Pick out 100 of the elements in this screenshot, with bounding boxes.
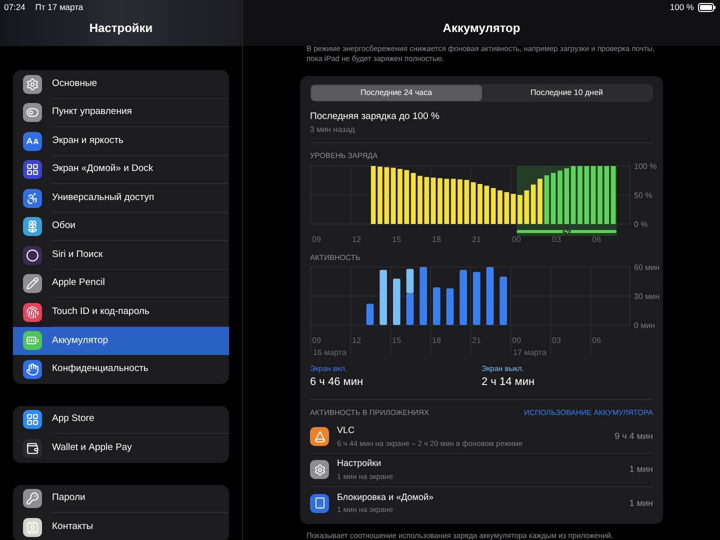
- axis-label: 06: [592, 336, 601, 345]
- period-tab[interactable]: Последние 10 дней: [482, 85, 652, 101]
- chart-bar: [370, 166, 376, 224]
- app-usage-time: 9 ч 4 мин: [614, 430, 653, 443]
- chart-bar: [518, 194, 522, 224]
- chart-bar: [460, 270, 467, 325]
- sidebar-item[interactable]: Экран «Домой» и Dock: [13, 156, 229, 184]
- chart-bar: [380, 270, 387, 325]
- chart-bar: [458, 178, 462, 224]
- chart-bar: [420, 266, 427, 325]
- chart-bar: [433, 287, 440, 325]
- battery-percent: 100 %: [670, 0, 694, 14]
- sidebar-item[interactable]: Универсальный доступ: [13, 184, 229, 212]
- status-date: Пт 17 марта: [35, 0, 84, 14]
- chart-bar: [486, 266, 494, 325]
- axis-label: 60 мин: [634, 262, 660, 272]
- sidebar-item[interactable]: Аккумулятор: [13, 326, 229, 355]
- sidebar-item-label: Аккумулятор: [52, 334, 110, 348]
- date-label: 17 марта: [513, 348, 546, 357]
- pencil-icon: [23, 274, 42, 294]
- axis-label: 03: [552, 336, 561, 345]
- sidebar-item[interactable]: Siri и Поиск: [13, 241, 229, 270]
- chart-bar: [500, 276, 507, 325]
- total-value: 2 ч 14 мин: [482, 375, 536, 390]
- key-icon: [23, 489, 42, 508]
- sidebar-item-label: Контакты: [52, 520, 94, 534]
- chart-bar: [478, 183, 482, 224]
- axis-label: 00: [512, 234, 521, 244]
- sidebar-item[interactable]: App Store: [13, 406, 229, 434]
- sidebar-title: Настройки: [89, 20, 153, 37]
- axis-label: 03: [552, 234, 561, 244]
- chart-bar: [598, 166, 602, 224]
- sidebar-item[interactable]: Контакты: [13, 513, 229, 540]
- app-usage-time: 1 мин: [629, 496, 653, 510]
- sidebar-item[interactable]: Wallet и Apple Pay: [13, 434, 229, 462]
- axis-label: 50 %: [634, 190, 652, 200]
- last-charge-time: 3 мин назад: [310, 124, 356, 136]
- sidebar-item[interactable]: Конфиденциальность: [13, 355, 229, 384]
- sidebar-item[interactable]: Пароли: [13, 484, 229, 513]
- chart-bar: [418, 175, 422, 224]
- battery-icon: [698, 2, 716, 12]
- period-tab[interactable]: Последние 24 часа: [311, 85, 482, 101]
- last-charge-title: Последняя зарядка до 100 %: [310, 110, 440, 124]
- axis-label: 00: [512, 336, 521, 345]
- sidebar-item[interactable]: Обои: [13, 212, 229, 241]
- contact-icon: [23, 518, 42, 537]
- app-name: VLC: [337, 424, 356, 438]
- fingerprint-icon: [23, 302, 42, 322]
- axis-label: 100 %: [634, 162, 657, 170]
- axis-label: 30 мин: [634, 292, 660, 301]
- axis-label: 09: [312, 336, 321, 345]
- sidebar-item-label: Экран и яркость: [52, 127, 229, 156]
- battery-icon: [23, 331, 42, 350]
- gear-icon: [23, 74, 42, 94]
- axis-label: 15: [392, 336, 401, 345]
- sidebar-item[interactable]: Пункт управления: [13, 98, 229, 127]
- sidebar-item[interactable]: Apple Pencil: [13, 270, 229, 298]
- sidebar-item-label: Основные: [52, 70, 229, 98]
- sidebar-item-label: Конфиденциальность: [52, 362, 150, 376]
- toggle-icon: [23, 103, 42, 122]
- flower-icon: [23, 217, 42, 236]
- chart-bar: [473, 272, 480, 325]
- orb-icon: [23, 246, 42, 265]
- gear-icon: [310, 460, 329, 480]
- sidebar-item-label: Универсальный доступ: [52, 184, 229, 212]
- sidebar-item-label: Apple Pencil: [52, 270, 229, 298]
- chart-bar: [558, 170, 562, 224]
- chart-bar: [538, 178, 542, 224]
- cone-icon: [310, 427, 329, 446]
- accessibility-icon: [23, 188, 42, 208]
- axis-label: 0 мин: [634, 320, 656, 330]
- hand-icon: [23, 360, 42, 379]
- chart-bar: [438, 178, 442, 224]
- chart-bar: [398, 168, 402, 224]
- page-title: Аккумулятор: [442, 20, 520, 37]
- app-usage-time: 1 мин: [629, 463, 653, 476]
- sidebar-item-label: Обои: [52, 212, 229, 241]
- axis-label: 09: [312, 234, 321, 244]
- sidebar-item-label: Wallet и Apple Pay: [52, 441, 133, 456]
- sidebar-item[interactable]: Экран и яркость: [13, 127, 229, 156]
- lightning-icon: [562, 226, 571, 236]
- chart-bar: [378, 166, 382, 224]
- grid-icon: [23, 160, 42, 180]
- chart-bar: [366, 303, 374, 325]
- sidebar-item-label: Siri и Поиск: [52, 241, 229, 270]
- app-name: Блокировка и «Домой»: [337, 490, 435, 504]
- sidebar-item-label: Пункт управления: [52, 98, 229, 127]
- text-size-icon: [23, 132, 42, 151]
- sidebar-item[interactable]: Основные: [13, 70, 229, 98]
- axis-label: 12: [352, 234, 361, 244]
- axis-label: 15: [392, 234, 401, 244]
- axis-label: 21: [472, 336, 481, 345]
- axis-label: 0 %: [634, 220, 648, 228]
- chart-bar: [498, 190, 502, 224]
- status-time: 07:24: [4, 0, 26, 14]
- chart-bar: [393, 278, 400, 325]
- wallet-icon: [23, 438, 42, 458]
- axis-label: 18: [432, 336, 441, 345]
- axis-label: 12: [352, 336, 361, 345]
- app-name: Настройки: [337, 457, 382, 470]
